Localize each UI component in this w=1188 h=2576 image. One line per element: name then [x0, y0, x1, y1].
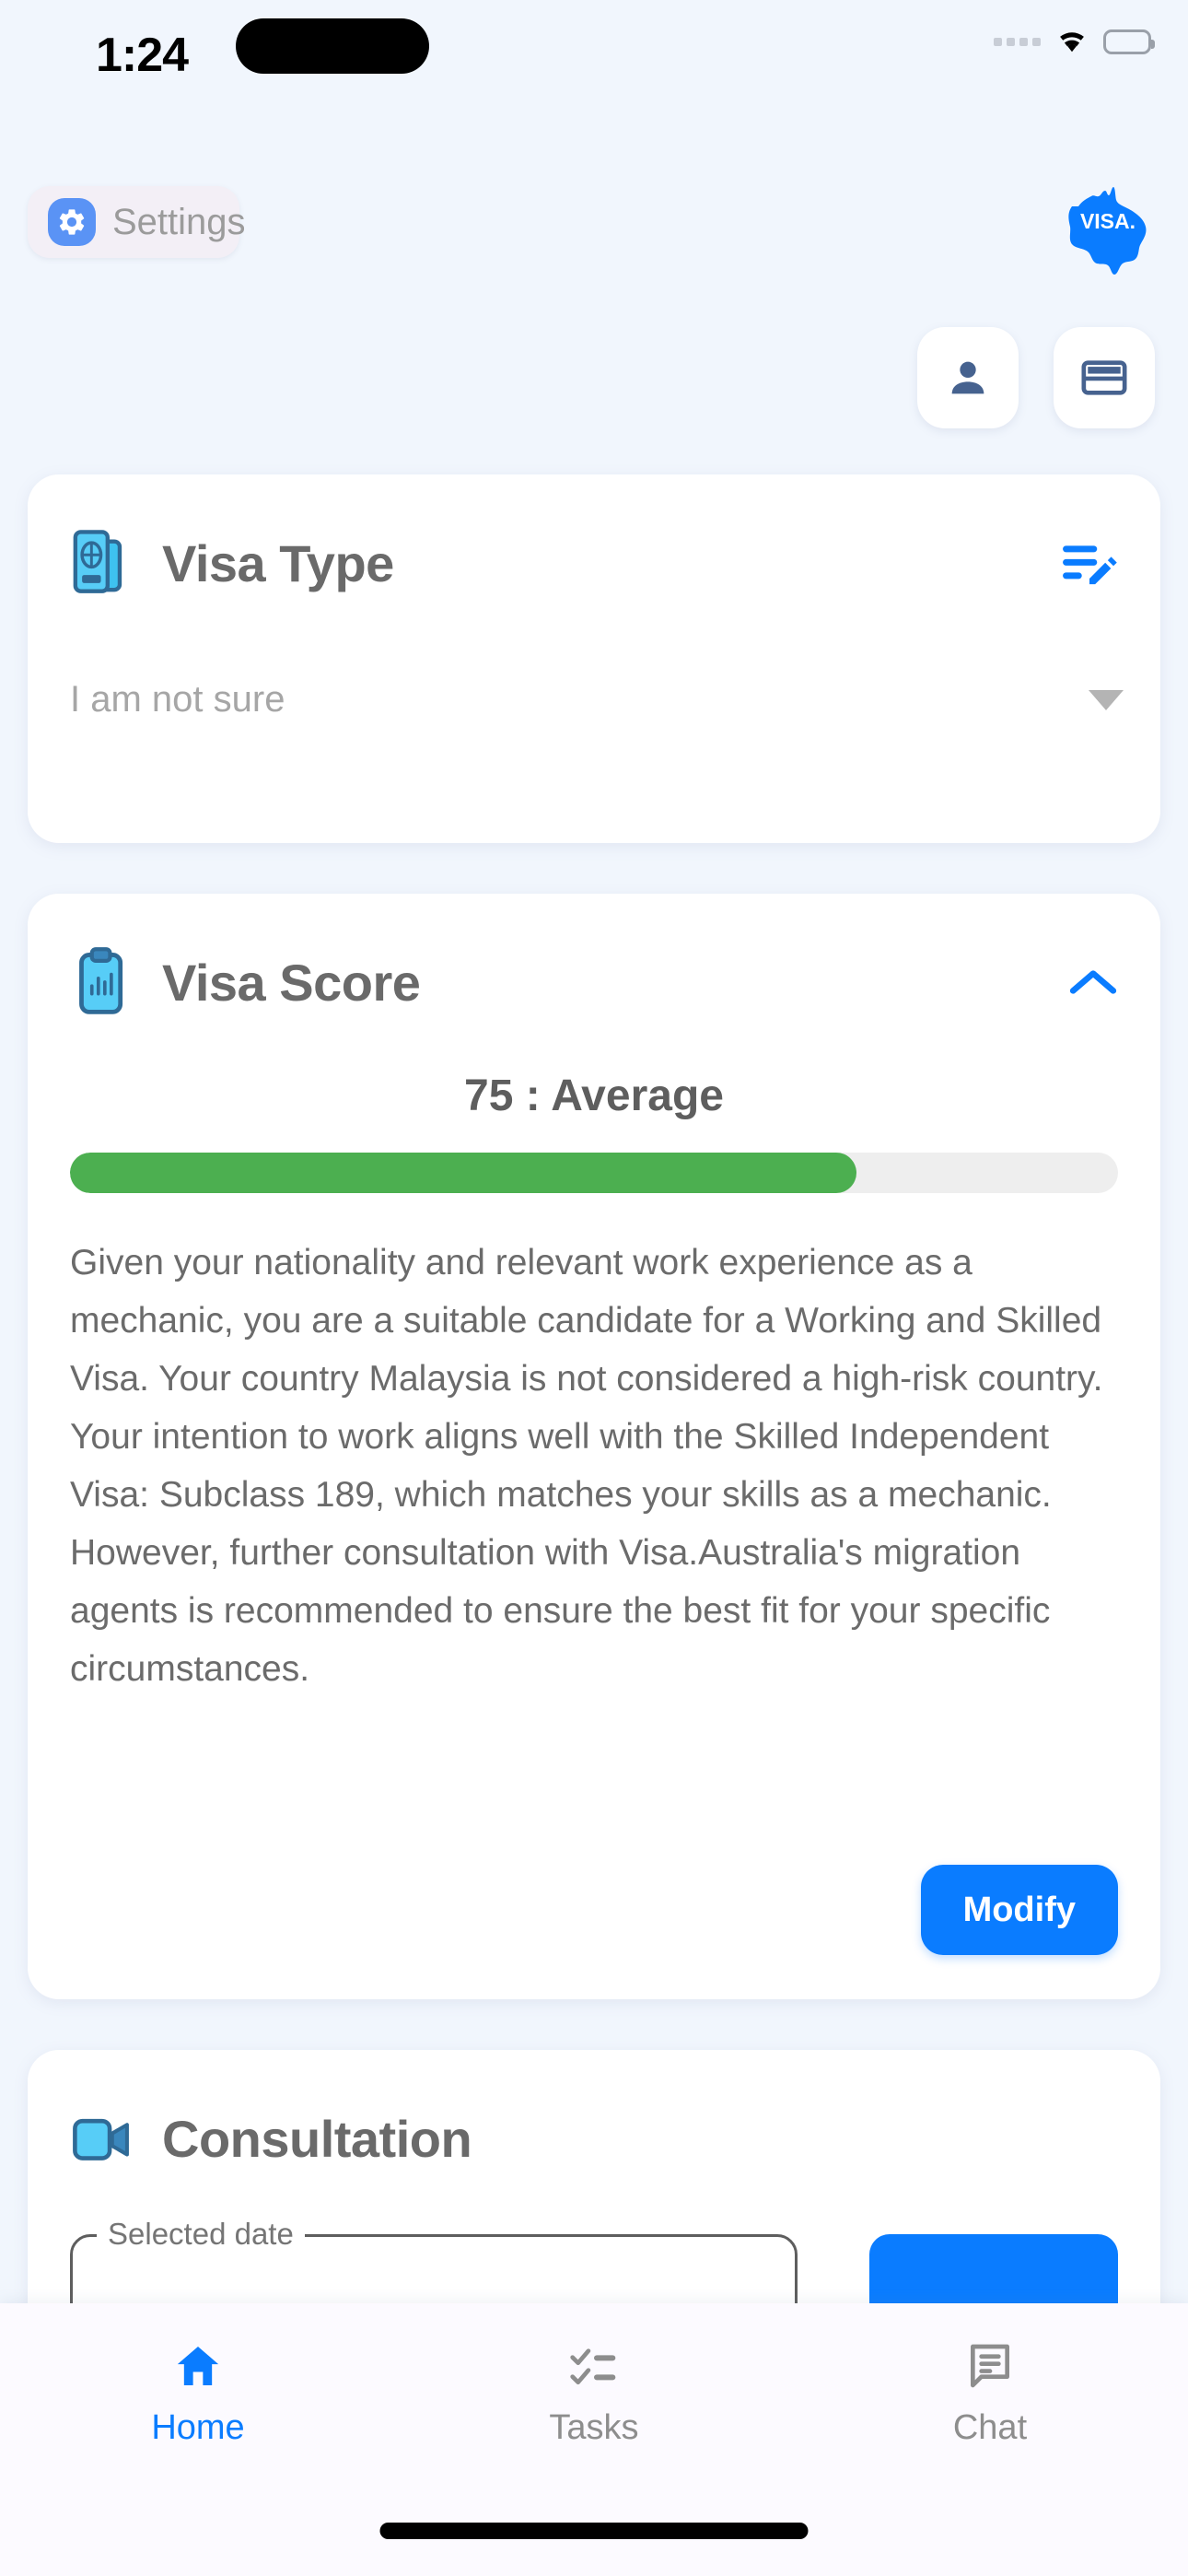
consultation-header: Consultation [28, 2050, 1160, 2173]
visa-type-header: Visa Type [28, 474, 1160, 598]
signal-dots-icon [994, 37, 1041, 46]
clipboard-chart-icon [79, 947, 123, 1014]
bottom-navigation: Home Tasks Chat [0, 2303, 1188, 2576]
visa-score-card: Visa Score 75 : Average Given your natio… [28, 894, 1160, 1999]
settings-button[interactable]: Settings [28, 186, 246, 258]
wifi-icon [1060, 32, 1084, 53]
chevron-up-icon [1069, 970, 1117, 994]
status-bar: 1:24 [0, 0, 1188, 109]
dynamic-island [236, 18, 429, 74]
person-icon [951, 361, 984, 394]
selected-date-label: Selected date [97, 2217, 305, 2252]
payments-button[interactable] [1054, 327, 1155, 428]
brand-logo-text: VISA. [1080, 209, 1136, 233]
quick-actions [917, 327, 1155, 428]
nav-item-home[interactable]: Home [0, 2303, 396, 2493]
battery-full-icon [1103, 29, 1155, 54]
profile-button[interactable] [917, 327, 1019, 428]
nav-label-chat: Chat [952, 2408, 1028, 2447]
home-indicator [379, 2523, 809, 2539]
chat-icon [971, 2344, 1009, 2388]
visa-score-progress-fill [70, 1153, 856, 1193]
settings-label: Settings [112, 201, 246, 242]
app-screen: 1:24 Settings VISA. Visa Type I am not s… [0, 0, 1188, 2576]
credit-card-icon [1081, 360, 1127, 395]
visa-type-title: Visa Type [162, 533, 394, 592]
checklist-icon [570, 2348, 616, 2385]
visa-type-edit-button[interactable] [1061, 540, 1118, 586]
nav-label-home: Home [151, 2408, 245, 2447]
visa-score-value: 75 : Average [464, 1071, 724, 1120]
passport-id-icon [73, 530, 122, 593]
chevron-down-icon [1089, 689, 1124, 710]
modify-button[interactable]: Modify [920, 1865, 1118, 1955]
edit-list-icon [1063, 545, 1117, 585]
nav-label-tasks: Tasks [549, 2408, 639, 2447]
nav-item-tasks[interactable]: Tasks [396, 2303, 792, 2493]
home-icon [177, 2347, 219, 2385]
visa-score-title: Visa Score [162, 953, 421, 1012]
status-bar-indicators [994, 28, 1155, 55]
visa-type-select[interactable]: I am not sure [70, 679, 1124, 720]
visa-score-description: Given your nationality and relevant work… [70, 1243, 1103, 1689]
visa-type-card: Visa Type I am not sure [28, 474, 1160, 843]
consultation-title: Consultation [162, 2109, 472, 2168]
australia-map-icon: VISA. [1068, 187, 1147, 275]
visa-type-selected-value: I am not sure [70, 679, 285, 720]
visa-score-header: Visa Score [28, 894, 1160, 1017]
nav-item-chat[interactable]: Chat [792, 2303, 1188, 2493]
gear-icon [48, 198, 96, 246]
video-camera-icon [73, 2118, 129, 2160]
visa-score-progress [70, 1153, 1118, 1193]
status-bar-time: 1:24 [96, 29, 189, 82]
visa-score-collapse-button[interactable] [1068, 966, 1118, 998]
